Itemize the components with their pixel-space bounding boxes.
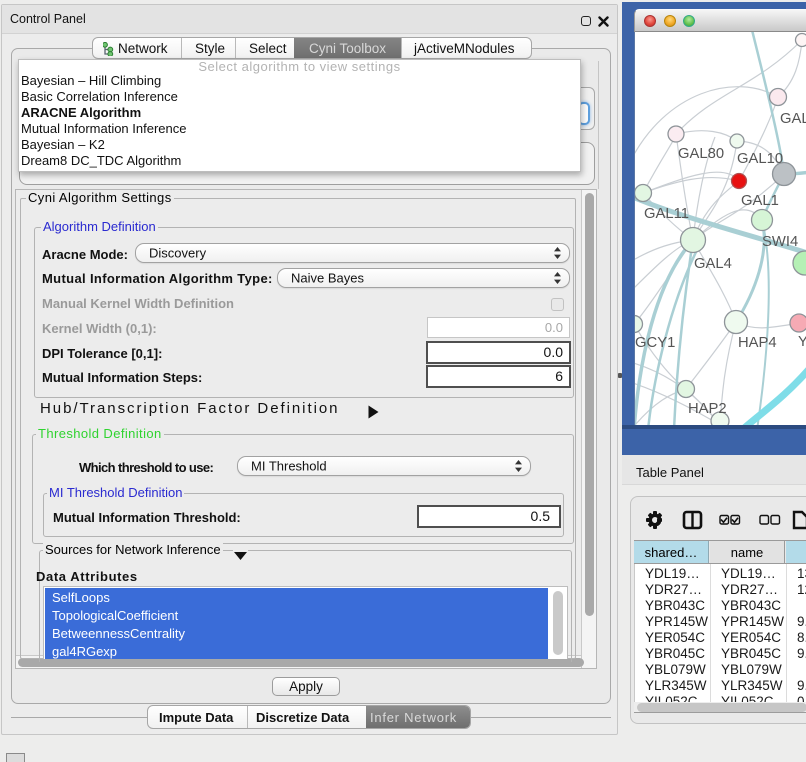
svg-text:HAP2: HAP2 <box>688 401 727 417</box>
svg-text:GAL1: GAL1 <box>741 193 779 209</box>
svg-text:SWI4: SWI4 <box>762 234 798 250</box>
svg-text:GAL10: GAL10 <box>737 151 783 167</box>
svg-text:GAL80: GAL80 <box>678 146 724 162</box>
svg-text:GAL11: GAL11 <box>644 206 689 222</box>
svg-text:HAP4: HAP4 <box>738 335 777 351</box>
svg-text:Y: Y <box>798 334 806 350</box>
svg-text:GAL2: GAL2 <box>780 111 806 127</box>
svg-text:GCY1: GCY1 <box>635 335 675 351</box>
svg-text:GAL4: GAL4 <box>694 256 732 272</box>
